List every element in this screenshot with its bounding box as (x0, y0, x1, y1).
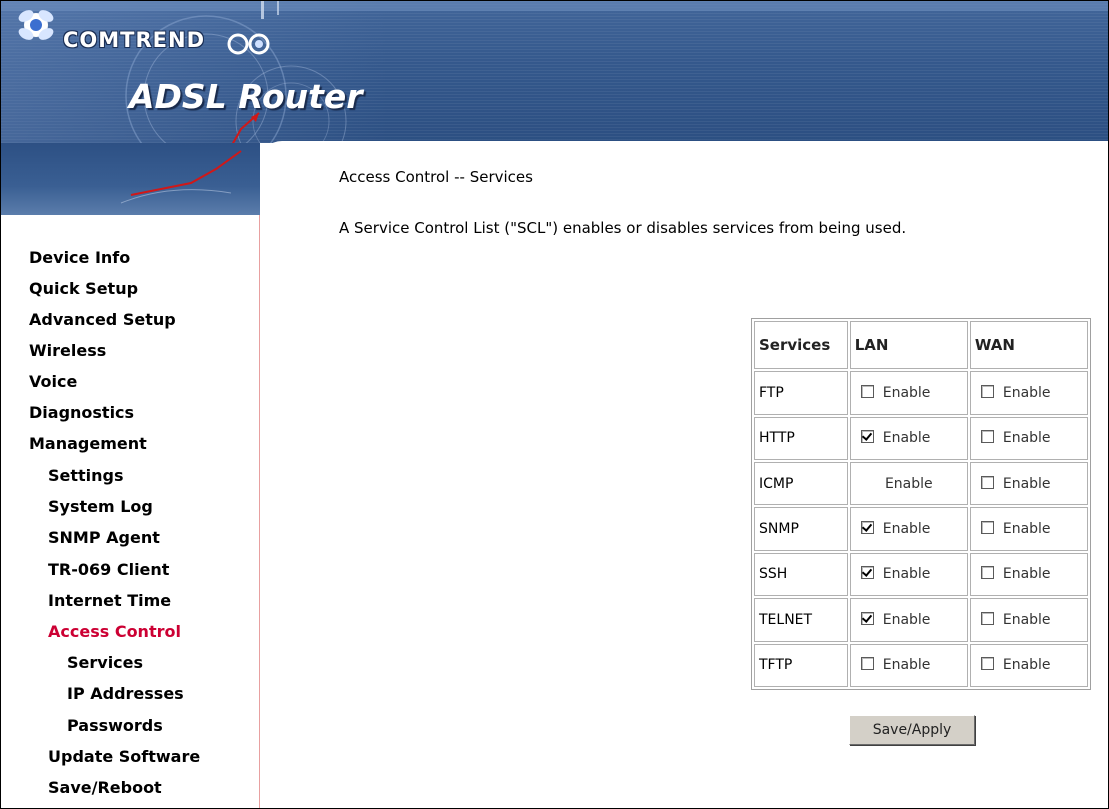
lan-enable-cell: Enable (849, 643, 968, 687)
wan-enable-checkbox[interactable] (980, 566, 994, 580)
wan-enable-cell: Enable (969, 416, 1088, 460)
lan-enable-checkbox[interactable] (860, 430, 874, 444)
page-title: Access Control -- Services (339, 168, 533, 186)
table-row: FTP Enable Enable (754, 371, 1088, 415)
table-row: TELNET Enable Enable (754, 598, 1088, 642)
enable-label: Enable (882, 611, 931, 628)
sidebar-header-graphic (1, 143, 260, 215)
table-row: HTTP Enable Enable (754, 416, 1088, 460)
service-name: FTP (754, 371, 848, 415)
enable-label: Enable (1002, 475, 1051, 492)
wan-enable-checkbox[interactable] (980, 611, 994, 625)
wan-enable-checkbox[interactable] (980, 430, 994, 444)
brand-circles-icon (227, 33, 270, 55)
sidebar-item-management[interactable]: Management (29, 434, 147, 453)
enable-label: Enable (882, 384, 931, 401)
table-row: SNMP Enable Enable (754, 507, 1088, 551)
enable-label: Enable (882, 566, 931, 583)
enable-label: Enable (1002, 384, 1051, 401)
router-admin-window: COMTREND ADSL Router Device Info Quick S… (0, 0, 1109, 809)
service-name: SSH (754, 552, 848, 597)
service-name: TFTP (754, 643, 848, 687)
table-header-row: Services LAN WAN (754, 321, 1088, 370)
wan-enable-cell: Enable (969, 643, 1088, 687)
enable-label: Enable (882, 521, 931, 538)
wan-enable-cell: Enable (969, 552, 1088, 597)
table-row: SSH Enable Enable (754, 552, 1088, 597)
enable-label: Enable (882, 657, 931, 674)
wan-enable-checkbox[interactable] (980, 384, 994, 398)
enable-label: Enable (884, 475, 933, 492)
wan-enable-checkbox[interactable] (980, 657, 994, 671)
column-header-wan: WAN (969, 321, 1088, 370)
enable-label: Enable (1002, 521, 1051, 538)
sidebar-item-device-info[interactable]: Device Info (29, 248, 130, 267)
service-name: HTTP (754, 416, 848, 460)
lan-enable-cell: Enable (849, 507, 968, 551)
lan-enable-checkbox[interactable] (860, 521, 874, 535)
table-row: ICMP Enable Enable (754, 462, 1088, 506)
sidebar-nav: Device Info Quick Setup Advanced Setup W… (1, 215, 260, 808)
sidebar-item-diagnostics[interactable]: Diagnostics (29, 403, 134, 422)
sidebar-item-services[interactable]: Services (67, 653, 143, 672)
enable-label: Enable (1002, 566, 1051, 583)
sidebar-item-advanced-setup[interactable]: Advanced Setup (29, 310, 176, 329)
lan-enable-cell: Enable (849, 416, 968, 460)
lan-enable-checkbox[interactable] (860, 611, 874, 625)
sidebar-item-voice[interactable]: Voice (29, 372, 77, 391)
lan-enable-cell: Enable (849, 371, 968, 415)
column-header-services: Services (754, 321, 848, 370)
sidebar-item-tr069-client[interactable]: TR-069 Client (48, 560, 169, 579)
table-row: TFTP Enable Enable (754, 643, 1088, 687)
service-name: SNMP (754, 507, 848, 551)
sidebar-item-save-reboot[interactable]: Save/Reboot (48, 778, 162, 797)
lan-enable-cell: Enable (849, 462, 968, 506)
sidebar-item-snmp-agent[interactable]: SNMP Agent (48, 528, 160, 547)
sidebar-item-settings[interactable]: Settings (48, 466, 124, 485)
enable-label: Enable (1002, 657, 1051, 674)
sidebar-item-access-control[interactable]: Access Control (48, 622, 181, 641)
sidebar-item-quick-setup[interactable]: Quick Setup (29, 279, 138, 298)
lan-enable-checkbox[interactable] (860, 384, 874, 398)
brand-logo-text: COMTREND (63, 28, 206, 52)
wan-enable-cell: Enable (969, 507, 1088, 551)
service-control-table: Services LAN WAN FTP Enable Enable HTTP … (751, 318, 1091, 690)
wan-enable-cell: Enable (969, 598, 1088, 642)
sidebar-item-passwords[interactable]: Passwords (67, 716, 163, 735)
lan-enable-cell: Enable (849, 598, 968, 642)
sidebar-item-wireless[interactable]: Wireless (29, 341, 106, 360)
wan-enable-checkbox[interactable] (980, 475, 994, 489)
sidebar-item-internet-time[interactable]: Internet Time (48, 591, 171, 610)
service-name: ICMP (754, 462, 848, 506)
lan-enable-checkbox[interactable] (860, 566, 874, 580)
enable-label: Enable (1002, 430, 1051, 447)
wan-enable-cell: Enable (969, 371, 1088, 415)
wan-enable-checkbox[interactable] (980, 521, 994, 535)
product-title: ADSL Router (129, 77, 363, 116)
comtrend-logo-icon (18, 10, 54, 40)
wan-enable-cell: Enable (969, 462, 1088, 506)
lan-enable-checkbox[interactable] (860, 657, 874, 671)
sidebar-item-update-software[interactable]: Update Software (48, 747, 200, 766)
enable-label: Enable (882, 430, 931, 447)
save-apply-button[interactable]: Save/Apply (849, 715, 975, 745)
sidebar-item-system-log[interactable]: System Log (48, 497, 153, 516)
sidebar-item-ip-addresses[interactable]: IP Addresses (67, 684, 184, 703)
page-description: A Service Control List ("SCL") enables o… (339, 219, 907, 237)
column-header-lan: LAN (849, 321, 968, 370)
lan-enable-cell: Enable (849, 552, 968, 597)
banner-graphics (1, 1, 1108, 143)
service-name: TELNET (754, 598, 848, 642)
enable-label: Enable (1002, 611, 1051, 628)
